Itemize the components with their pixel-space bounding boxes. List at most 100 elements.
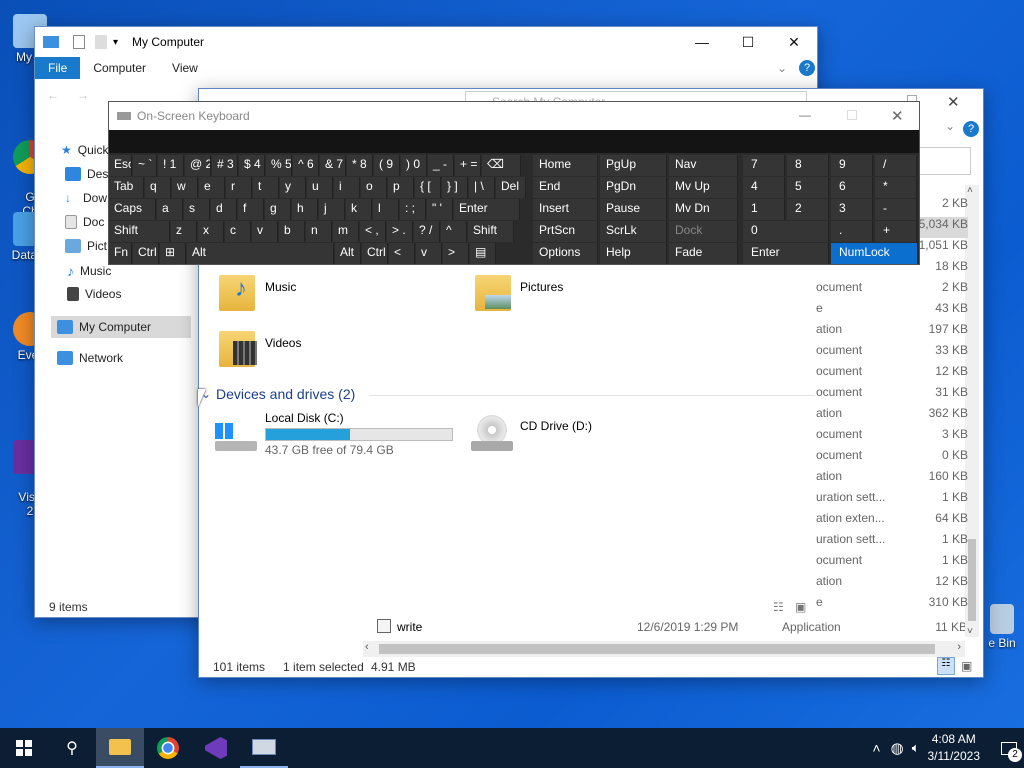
file-list-row[interactable]: uration sett... 1 KB <box>816 490 968 511</box>
help-icon[interactable]: ? <box>963 121 979 137</box>
file-list-row[interactable]: ocument 31 KB <box>816 385 968 406</box>
file-list-row[interactable]: e 310 KB <box>816 595 968 616</box>
osk-key[interactable]: ▤ <box>470 243 496 264</box>
chevron-down-icon[interactable]: ⌄ <box>777 61 787 75</box>
network-globe-icon[interactable]: ◍ <box>891 739 904 757</box>
scroll-down-icon[interactable]: ˅ <box>967 626 973 637</box>
osk-key[interactable]: ^ 6 <box>293 155 319 176</box>
file-row-write[interactable]: write 12/6/2019 1:29 PM Application 11 K… <box>377 619 973 639</box>
tab-view[interactable]: View <box>159 57 211 79</box>
osk-key[interactable]: > <box>443 243 469 264</box>
osk-key[interactable]: p <box>388 177 414 198</box>
osk-key[interactable]: ^ <box>441 221 467 242</box>
preview-view-icon[interactable]: ▣ <box>795 600 806 614</box>
osk-key[interactable]: y <box>280 177 306 198</box>
osk-key[interactable]: ) 0 <box>401 155 427 176</box>
osk-key[interactable]: Alt <box>335 243 361 264</box>
osk-numpad-key[interactable]: 6 <box>831 177 873 198</box>
sidebar-item-documents[interactable]: Doc <box>65 215 104 229</box>
osk-numpad-key[interactable]: 2 <box>787 199 829 220</box>
osk-nav-key[interactable]: End <box>533 177 598 198</box>
osk-key[interactable]: Caps <box>109 199 156 220</box>
osk-key[interactable]: a <box>157 199 183 220</box>
osk-key[interactable]: @ 2 <box>185 155 211 176</box>
taskbar-on-screen-keyboard[interactable] <box>240 728 288 768</box>
taskbar-file-explorer[interactable] <box>96 728 144 768</box>
osk-numpad-key[interactable]: 7 <box>743 155 785 176</box>
scroll-thumb[interactable] <box>968 539 976 621</box>
osk-key[interactable]: % 5 <box>266 155 292 176</box>
osk-key[interactable]: f <box>238 199 264 220</box>
osk-nav-key[interactable]: Help <box>600 243 667 264</box>
osk-numpad-key[interactable]: + <box>875 221 917 242</box>
scroll-up-icon[interactable]: ˄ <box>967 185 973 196</box>
osk-nav-key[interactable]: Pause <box>600 199 667 220</box>
file-list-row[interactable]: ation 160 KB <box>816 469 968 490</box>
osk-key[interactable]: Ctrl <box>133 243 159 264</box>
osk-key[interactable]: Esc <box>109 155 132 176</box>
minimize-button[interactable]: — <box>679 27 725 57</box>
osk-key[interactable]: m <box>333 221 359 242</box>
chevron-up-icon[interactable]: ˄ <box>872 740 880 756</box>
osk-key[interactable]: ? / <box>414 221 440 242</box>
osk-key[interactable]: v <box>252 221 278 242</box>
folder-item-pictures[interactable]: Pictures <box>520 280 563 294</box>
osk-maximize-button[interactable] <box>847 110 857 120</box>
osk-numpad-key[interactable]: NumLock <box>831 243 918 264</box>
osk-key[interactable]: & 7 <box>320 155 346 176</box>
front-window-close-button[interactable]: ✕ <box>947 93 960 111</box>
osk-numpad-key[interactable]: 9 <box>831 155 873 176</box>
folder-item-music[interactable]: Music <box>265 280 296 294</box>
osk-key[interactable]: Ctrl <box>362 243 388 264</box>
osk-key[interactable]: k <box>346 199 372 220</box>
osk-key[interactable]: Shift <box>468 221 514 242</box>
file-list-row[interactable]: ation 197 KB <box>816 322 968 343</box>
osk-nav-key[interactable]: Options <box>533 243 598 264</box>
sidebar-item-quick-access[interactable]: ★ Quick <box>61 143 108 157</box>
osk-nav-key[interactable]: Mv Up <box>669 177 738 198</box>
sidebar-item-downloads[interactable]: ↓ Dow <box>65 191 107 205</box>
file-list-row[interactable]: e 43 KB <box>816 301 968 322</box>
forward-arrow-icon[interactable]: → <box>77 88 89 102</box>
osk-key[interactable]: ⌫ <box>482 155 521 176</box>
osk-nav-key[interactable]: PrtScn <box>533 221 598 242</box>
osk-key[interactable]: x <box>198 221 224 242</box>
osk-numpad-key[interactable]: 4 <box>743 177 785 198</box>
osk-numpad-key[interactable]: / <box>875 155 917 176</box>
osk-key[interactable]: e <box>199 177 225 198</box>
osk-key[interactable]: g <box>265 199 291 220</box>
sidebar-item-music[interactable]: ♪ Music <box>67 263 111 279</box>
osk-key[interactable]: } ] <box>442 177 468 198</box>
search-button[interactable]: ⚲ <box>48 728 96 768</box>
help-icon[interactable]: ? <box>799 60 815 76</box>
osk-key[interactable]: _ - <box>428 155 454 176</box>
osk-key[interactable]: h <box>292 199 318 220</box>
folder-item-videos[interactable]: Videos <box>265 336 301 350</box>
osk-key[interactable]: | \ <box>469 177 495 198</box>
file-list-row[interactable]: ocument 1 KB <box>816 553 968 574</box>
osk-key[interactable]: $ 4 <box>239 155 265 176</box>
osk-key[interactable]: ~ ` <box>133 155 157 176</box>
sidebar-item-desktop[interactable]: Desk <box>65 167 114 181</box>
osk-numpad-key[interactable]: 8 <box>787 155 829 176</box>
osk-nav-key[interactable]: Nav <box>669 155 738 176</box>
osk-key[interactable]: z <box>171 221 197 242</box>
osk-nav-key[interactable]: Insert <box>533 199 598 220</box>
osk-key[interactable]: o <box>361 177 387 198</box>
osk-key[interactable]: i <box>334 177 360 198</box>
tab-file[interactable]: File <box>35 57 81 79</box>
osk-numpad-key[interactable]: 0 <box>743 221 829 242</box>
back-arrow-icon[interactable]: ← <box>47 88 59 102</box>
volume-icon[interactable]: 🔈︎ <box>912 740 920 756</box>
osk-nav-key[interactable]: PgDn <box>600 177 667 198</box>
osk-key[interactable]: { [ <box>415 177 441 198</box>
osk-key[interactable]: q <box>145 177 171 198</box>
osk-nav-key[interactable]: Dock <box>669 221 738 242</box>
large-icons-toggle[interactable]: ▣ <box>961 659 972 673</box>
osk-numpad-key[interactable]: 1 <box>743 199 785 220</box>
maximize-button[interactable]: ☐ <box>725 27 771 57</box>
drive-c[interactable]: Local Disk (C:) 43.7 GB free of 79.4 GB <box>265 411 455 457</box>
osk-key[interactable]: > . <box>387 221 413 242</box>
osk-key[interactable]: " ' <box>427 199 453 220</box>
clock[interactable]: 4:08 AM 3/11/2023 <box>928 731 981 765</box>
